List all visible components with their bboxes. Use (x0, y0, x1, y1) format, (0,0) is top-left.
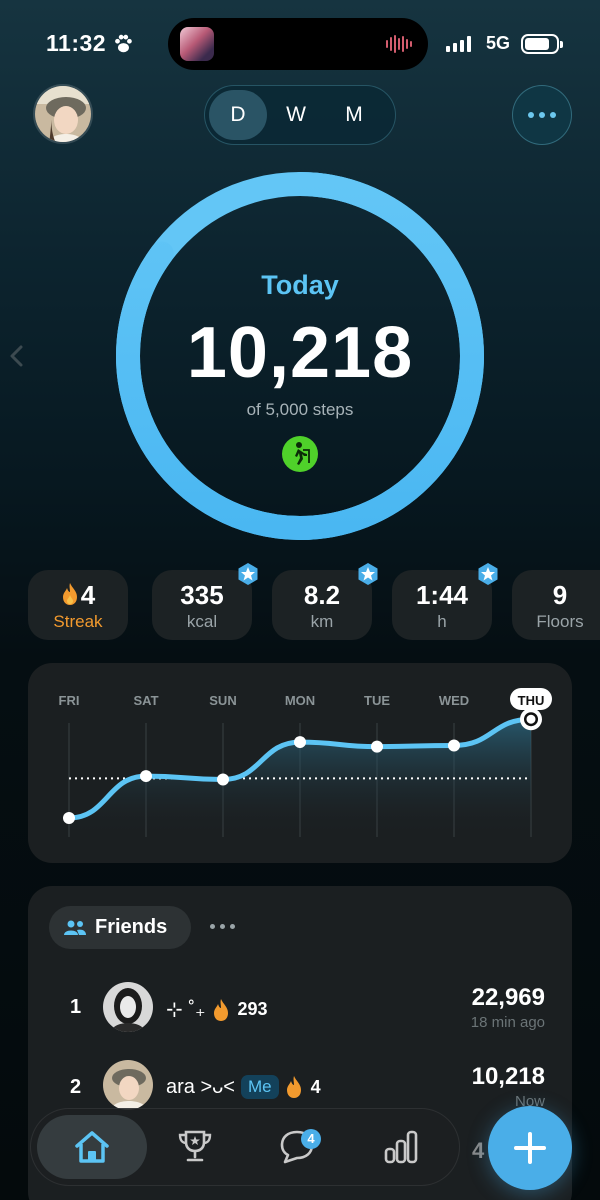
stat-km[interactable]: 8.2 km (272, 563, 378, 640)
friend-avatar[interactable] (103, 982, 153, 1032)
friend-steps-partial: 4 (472, 1138, 485, 1163)
add-button[interactable] (488, 1106, 572, 1190)
friend-updated: 18 min ago (470, 1014, 545, 1031)
step-count: 10,218 (186, 313, 414, 393)
segment-day[interactable]: D (209, 90, 267, 140)
friends-tab[interactable]: Friends (49, 906, 191, 949)
friend-name: ara >ᴗ< (166, 1075, 235, 1098)
paw-icon (115, 34, 132, 53)
day-label: SUN (209, 693, 236, 708)
star-badge-icon (358, 563, 378, 585)
day-label: THU (518, 693, 545, 708)
friends-more-button[interactable] (210, 924, 235, 929)
star-badge-icon (478, 563, 498, 585)
weekly-steps-chart: FRI SAT SUN MON TUE WED THU (28, 663, 572, 863)
data-point (294, 736, 306, 749)
now-playing-artwork (180, 27, 214, 61)
step-goal: of 5,000 steps (246, 400, 354, 419)
stat-kcal[interactable]: 335 kcal (152, 563, 258, 640)
flame-icon (62, 583, 77, 605)
more-options-button[interactable] (512, 85, 572, 145)
day-label: TUE (364, 693, 390, 708)
tab-home[interactable] (37, 1115, 147, 1179)
friend-row-2[interactable]: ara >ᴗ< Me 4 (166, 1075, 321, 1099)
chat-badge: 4 (301, 1129, 321, 1149)
segment-week[interactable]: W (267, 90, 325, 140)
stat-label: km (310, 612, 334, 631)
day-label: FRI (59, 693, 80, 708)
star-badge-icon (238, 563, 258, 585)
data-point (140, 770, 152, 783)
ring-period-label: Today (261, 270, 339, 300)
tab-bar: 4 (30, 1108, 460, 1186)
stat-streak[interactable]: 4 Streak (28, 570, 128, 640)
status-time: 11:32 (46, 30, 107, 56)
data-point (371, 740, 383, 753)
day-label: SAT (133, 693, 158, 708)
audio-wave-icon (386, 34, 414, 54)
flame-icon (213, 998, 228, 1021)
stat-label: Streak (53, 612, 103, 631)
period-segmented-control: D W M (204, 85, 396, 145)
stat-floors[interactable]: 9 Floors (512, 570, 600, 640)
day-label: WED (439, 693, 469, 708)
profile-avatar[interactable] (33, 84, 93, 144)
signal-icon (446, 36, 471, 52)
stat-label: kcal (186, 612, 218, 631)
network-type: 5G (486, 33, 511, 53)
data-point (63, 812, 75, 824)
data-point (217, 773, 229, 786)
friend-row-1[interactable]: ⊹ ˚₊ 293 (166, 997, 268, 1022)
stat-hours[interactable]: 1:44 h (392, 563, 498, 640)
friend-name: ⊹ ˚₊ (166, 999, 206, 1021)
friends-title: Friends (95, 916, 168, 938)
flame-icon (286, 1076, 301, 1098)
stats-icon[interactable] (381, 1127, 421, 1167)
me-badge: Me (240, 1075, 279, 1099)
stat-label: h (437, 612, 447, 631)
home-icon (75, 1131, 109, 1163)
friend-rank: 2 (70, 1076, 82, 1098)
trophy-icon[interactable] (175, 1127, 215, 1167)
stat-value: 4 (80, 580, 96, 610)
data-point (448, 739, 460, 752)
friend-streak: 293 (237, 999, 268, 1019)
friend-rank: 1 (70, 996, 82, 1018)
friend-avatar[interactable] (103, 1060, 153, 1110)
battery-icon (521, 34, 563, 54)
stat-value: 9 (552, 580, 568, 610)
friend-steps: 10,218 (471, 1063, 545, 1090)
friends-icon (64, 920, 86, 935)
segment-month[interactable]: M (325, 90, 383, 140)
walking-icon (282, 436, 318, 472)
stat-label: Floors (536, 612, 584, 631)
data-point-current-center (526, 714, 536, 724)
plus-icon (514, 1132, 546, 1164)
day-label: MON (285, 693, 315, 708)
dynamic-island[interactable] (168, 18, 428, 70)
chart-canvas: FRI SAT SUN MON TUE WED THU (59, 688, 552, 837)
friend-steps: 22,969 (471, 984, 545, 1011)
friend-streak: 4 (310, 1076, 321, 1097)
